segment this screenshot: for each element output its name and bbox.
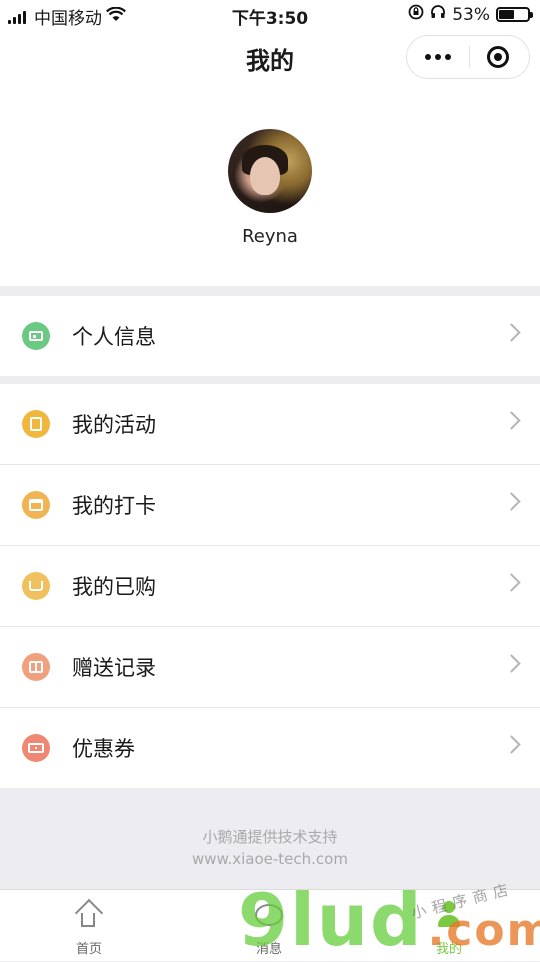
footer-support-text: 小鹅通提供技术支持 bbox=[202, 828, 338, 846]
menu-item-label: 优惠券 bbox=[72, 737, 135, 761]
menu-item-my-checkin[interactable]: 我的打卡 bbox=[0, 464, 540, 545]
more-icon[interactable] bbox=[407, 36, 469, 78]
menu-item-label: 我的活动 bbox=[72, 413, 156, 437]
miniprogram-capsule bbox=[406, 35, 530, 79]
status-right: 53% bbox=[408, 4, 533, 25]
tab-label: 首页 bbox=[75, 942, 102, 957]
menu-item-personal-info[interactable]: 个人信息 bbox=[0, 296, 540, 376]
rotation-lock-icon bbox=[408, 4, 424, 25]
nav-bar: 我的 bbox=[0, 30, 540, 88]
chevron-right-icon bbox=[502, 573, 521, 592]
menu-item-my-purchases[interactable]: 我的已购 bbox=[0, 545, 540, 626]
battery-icon bbox=[496, 7, 533, 22]
tech-support-footer: 小鹅通提供技术支持 www.xiaoe-tech.com bbox=[0, 826, 540, 868]
close-target-icon[interactable] bbox=[467, 36, 529, 78]
footer-website-link[interactable]: www.xiaoe-tech.com bbox=[0, 850, 540, 868]
home-icon bbox=[75, 903, 103, 927]
menu-item-gift-records[interactable]: 赠送记录 bbox=[0, 626, 540, 707]
gift-icon bbox=[22, 653, 50, 681]
profile-header: Reyna bbox=[0, 88, 540, 286]
chevron-right-icon bbox=[502, 735, 521, 754]
menu-item-label: 个人信息 bbox=[72, 325, 156, 349]
activity-icon bbox=[22, 410, 50, 438]
status-bar: 中国移动 下午3:50 53% bbox=[0, 0, 540, 30]
username: Reyna bbox=[242, 226, 298, 247]
chevron-right-icon bbox=[502, 492, 521, 511]
tab-home[interactable]: 首页 bbox=[29, 898, 149, 957]
coupon-icon bbox=[22, 734, 50, 762]
chevron-right-icon bbox=[502, 411, 521, 430]
menu-group-info: 个人信息 bbox=[0, 296, 540, 376]
cart-icon bbox=[22, 572, 50, 600]
calendar-icon bbox=[22, 491, 50, 519]
menu-item-coupons[interactable]: 优惠券 bbox=[0, 707, 540, 788]
avatar[interactable] bbox=[228, 129, 312, 213]
menu-item-label: 我的已购 bbox=[72, 575, 156, 599]
menu-group-main: 我的活动 我的打卡 我的已购 赠送记录 优惠券 bbox=[0, 384, 540, 788]
id-card-icon bbox=[22, 322, 50, 350]
battery-percent: 53% bbox=[452, 4, 490, 25]
headphones-icon bbox=[430, 4, 446, 25]
chevron-right-icon bbox=[502, 654, 521, 673]
menu-item-label: 我的打卡 bbox=[72, 494, 156, 518]
menu-item-label: 赠送记录 bbox=[72, 656, 156, 680]
menu-item-my-activities[interactable]: 我的活动 bbox=[0, 384, 540, 464]
chevron-right-icon bbox=[502, 323, 521, 342]
